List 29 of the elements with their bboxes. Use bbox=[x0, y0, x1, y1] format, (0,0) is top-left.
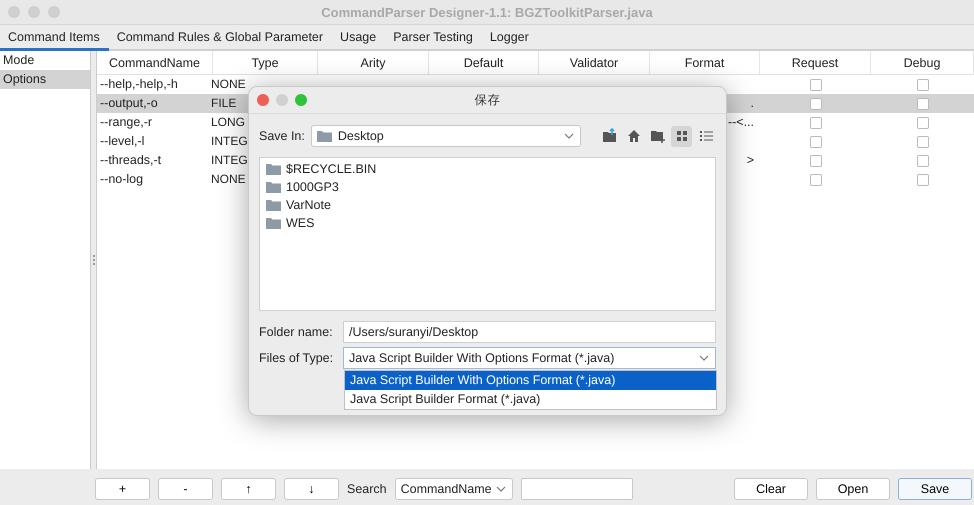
window-title: CommandParser Designer-1.1: BGZToolkitParser.java bbox=[321, 4, 653, 20]
column-header: CommandName bbox=[108, 56, 200, 70]
table-cell: --help,-help,-h bbox=[100, 77, 178, 91]
table-cell: NONE bbox=[211, 77, 246, 91]
save-in-label: Save In: bbox=[259, 129, 305, 143]
table-cell: --range,-r bbox=[100, 115, 152, 129]
table-cell: NONE bbox=[211, 172, 246, 186]
column-header: Format bbox=[684, 56, 724, 70]
column-header: Request bbox=[792, 56, 838, 70]
column-header: Type bbox=[251, 56, 279, 70]
table-cell: --output,-o bbox=[100, 96, 158, 110]
table-cell: LONG bbox=[211, 115, 246, 129]
table-cell: > bbox=[746, 153, 754, 167]
table-cell: --threads,-t bbox=[100, 153, 162, 167]
table-cell: INTEG bbox=[211, 134, 248, 148]
field-label: Folder name: bbox=[259, 325, 334, 339]
field-label: Files of Type: bbox=[259, 351, 334, 365]
column-header: Default bbox=[464, 56, 504, 70]
table-cell: --level,-l bbox=[100, 134, 144, 148]
table-cell: FILE bbox=[211, 96, 236, 110]
column-header: Validator bbox=[570, 56, 618, 70]
table-cell: --<... bbox=[728, 115, 754, 129]
column-header: Arity bbox=[360, 56, 386, 70]
search-label: Search bbox=[347, 482, 387, 496]
dialog-title: 保存 bbox=[474, 92, 500, 106]
table-cell: --no-log bbox=[100, 172, 144, 186]
table-cell: . bbox=[750, 96, 754, 110]
table-cell: INTEG bbox=[211, 153, 248, 167]
column-header: Debug bbox=[904, 56, 940, 70]
